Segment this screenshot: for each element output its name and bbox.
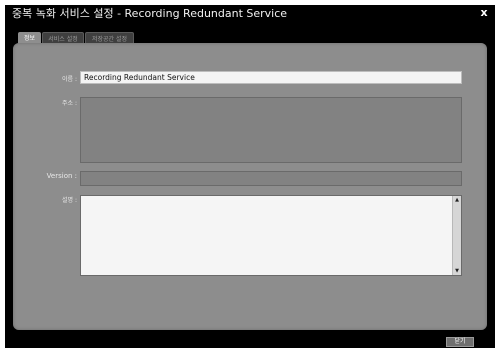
- scroll-up-arrow-icon[interactable]: ▲: [453, 196, 461, 204]
- description-textarea[interactable]: ▲ ▼: [80, 195, 462, 276]
- address-label: 주소 :: [62, 100, 77, 107]
- version-label: Version :: [46, 172, 77, 180]
- address-field[interactable]: [80, 97, 462, 163]
- version-field: [80, 171, 462, 186]
- close-icon[interactable]: x: [477, 6, 491, 20]
- settings-window: 중복 녹화 서비스 설정 - Recording Redundant Servi…: [5, 5, 495, 348]
- name-field[interactable]: Recording Redundant Service: [80, 71, 462, 84]
- description-scrollbar[interactable]: ▲ ▼: [452, 196, 461, 275]
- name-label: 이름 :: [62, 76, 77, 83]
- close-button[interactable]: 닫기: [446, 337, 474, 347]
- title-bar: 중복 녹화 서비스 설정 - Recording Redundant Servi…: [5, 5, 495, 23]
- window-title: 중복 녹화 서비스 설정 - Recording Redundant Servi…: [12, 7, 288, 20]
- scroll-down-arrow-icon[interactable]: ▼: [453, 267, 461, 275]
- description-label: 설명 :: [62, 197, 77, 204]
- info-panel: 이름 : Recording Redundant Service 주소 : Ve…: [13, 43, 487, 330]
